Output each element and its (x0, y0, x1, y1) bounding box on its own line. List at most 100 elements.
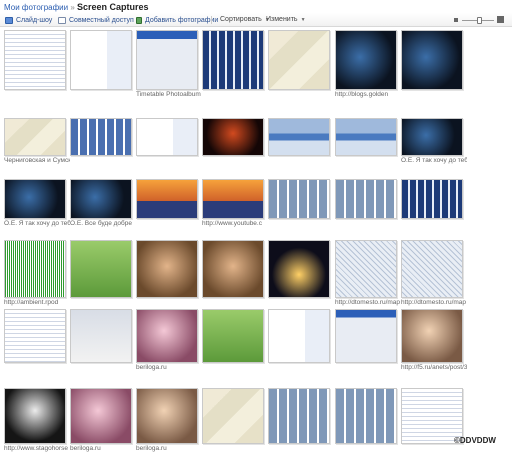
photo-item[interactable] (202, 388, 264, 454)
photo-thumbnail[interactable] (136, 309, 198, 363)
photo-thumbnail[interactable] (335, 240, 397, 298)
photo-thumbnail[interactable] (202, 30, 264, 90)
photo-thumbnail[interactable] (202, 118, 264, 156)
photo-thumbnail[interactable] (70, 118, 132, 156)
photo-thumbnail[interactable] (335, 30, 397, 90)
photo-thumbnail[interactable] (335, 118, 397, 156)
photo-item[interactable] (335, 388, 397, 454)
photo-item[interactable] (202, 240, 264, 308)
photo-caption[interactable]: Черниговская и Сумская (4, 157, 70, 164)
photo-thumbnail[interactable] (268, 309, 330, 363)
photo-thumbnail[interactable] (4, 240, 66, 298)
photo-caption[interactable]: beriloga.ru (70, 445, 136, 452)
photo-item[interactable] (335, 179, 397, 229)
photo-item[interactable]: http://ambient.rpod (4, 240, 66, 308)
photo-item[interactable] (70, 118, 132, 166)
breadcrumb-parent-link[interactable]: Мои фотографии (4, 3, 68, 12)
photo-item[interactable] (268, 240, 330, 308)
photo-thumbnail[interactable] (401, 179, 463, 219)
photo-item[interactable]: О.Е. Я так хочу до тебе (4, 179, 70, 229)
photo-thumbnail[interactable] (268, 118, 330, 156)
photo-thumbnail[interactable] (70, 179, 132, 219)
photo-thumbnail[interactable] (136, 179, 198, 219)
photo-thumbnail[interactable] (268, 240, 330, 298)
photo-thumbnail[interactable] (335, 309, 397, 363)
photo-item[interactable]: beriloga.ru (136, 388, 198, 454)
photo-item[interactable] (335, 309, 397, 373)
photo-caption[interactable]: beriloga.ru (136, 364, 202, 371)
photo-item[interactable]: beriloga.ru (136, 309, 198, 373)
photo-caption[interactable]: http://f5.ru/anets/post/34 (401, 364, 467, 371)
photo-thumbnail[interactable] (70, 309, 132, 363)
photo-item[interactable]: О.Е. Все буде добре (70, 179, 132, 229)
photo-item[interactable] (70, 30, 132, 100)
photo-caption[interactable]: http://ambient.rpod (4, 299, 70, 306)
photo-item[interactable]: http://www.stagohorse (4, 388, 68, 454)
photo-thumbnail[interactable] (4, 388, 66, 444)
photo-thumbnail[interactable] (401, 309, 463, 363)
photo-item[interactable] (335, 118, 397, 166)
photo-item[interactable]: beriloga.ru (70, 388, 132, 454)
photo-item[interactable]: http://f5.ru/anets/post/34 (401, 309, 467, 373)
photo-caption[interactable]: beriloga.ru (136, 445, 202, 452)
photo-item[interactable]: http://www.youtube.c (202, 179, 264, 229)
photo-thumbnail[interactable] (70, 30, 132, 90)
photo-item[interactable] (202, 30, 264, 100)
photo-thumbnail[interactable] (401, 30, 463, 90)
photo-thumbnail[interactable] (70, 240, 132, 298)
small-thumbnails-icon[interactable] (454, 18, 458, 22)
large-thumbnails-icon[interactable] (497, 16, 504, 23)
photo-item[interactable] (70, 309, 132, 373)
photo-item[interactable] (136, 118, 198, 166)
edit-menu[interactable]: Изменить ▼ (262, 14, 310, 25)
photo-caption[interactable]: О.Е. Я так хочу до тебе (4, 220, 70, 227)
photo-item[interactable] (4, 309, 66, 373)
photo-caption[interactable]: http://dtomesto.ru/map (335, 299, 401, 306)
photo-thumbnail[interactable] (4, 118, 66, 156)
photo-item[interactable]: http://dtomesto.ru/map (335, 240, 400, 308)
photo-thumbnail[interactable] (4, 309, 66, 363)
photo-item[interactable] (4, 30, 66, 100)
photo-thumbnail[interactable] (268, 388, 330, 444)
photo-thumbnail[interactable] (4, 179, 66, 219)
photo-item[interactable]: О.Е. Я так хочу до тебе (401, 118, 467, 166)
photo-item[interactable] (268, 388, 330, 454)
photo-caption[interactable]: http://blogs.golden (335, 91, 401, 98)
photo-thumbnail[interactable] (202, 179, 264, 219)
photo-item[interactable] (268, 179, 330, 229)
photo-thumbnail[interactable] (202, 240, 264, 298)
photo-thumbnail[interactable] (4, 30, 66, 90)
photo-thumbnail[interactable] (136, 118, 198, 156)
photo-item[interactable] (268, 118, 330, 166)
photo-item[interactable] (268, 309, 330, 373)
photo-item[interactable] (136, 179, 198, 229)
thumbnail-size-slider[interactable] (454, 16, 504, 24)
photo-thumbnail[interactable] (335, 179, 397, 219)
add-photos-button[interactable]: Добавить фотографии (136, 15, 218, 25)
photo-caption[interactable]: http://www.stagohorse (4, 445, 70, 452)
photo-thumbnail[interactable] (202, 388, 264, 444)
photo-caption[interactable]: О.Е. Я так хочу до тебе (401, 157, 467, 164)
share-button[interactable]: Совместный доступ (58, 15, 134, 25)
photo-item[interactable]: http://blogs.golden (335, 30, 397, 100)
photo-thumbnail[interactable] (268, 30, 330, 90)
photo-item[interactable] (136, 240, 198, 308)
photo-item[interactable] (202, 118, 264, 166)
photo-thumbnail[interactable] (70, 388, 132, 444)
photo-thumbnail[interactable] (268, 179, 330, 219)
photo-item[interactable]: http://dtomesto.ru/map (401, 240, 466, 308)
photo-item[interactable] (401, 179, 463, 229)
photo-thumbnail[interactable] (401, 240, 463, 298)
photo-item[interactable] (401, 30, 463, 100)
photo-thumbnail[interactable] (335, 388, 397, 444)
photo-caption[interactable]: http://www.youtube.c (202, 220, 268, 227)
photo-item[interactable] (202, 309, 264, 373)
photo-thumbnail[interactable] (136, 240, 198, 298)
photo-thumbnail[interactable] (401, 118, 463, 156)
photo-caption[interactable]: Timetable Photoalbum » (136, 91, 202, 98)
photo-thumbnail[interactable] (136, 388, 198, 444)
photo-thumbnail[interactable] (136, 30, 198, 90)
photo-item[interactable]: Timetable Photoalbum » (136, 30, 202, 100)
slider-handle[interactable] (477, 17, 482, 24)
photo-caption[interactable]: О.Е. Все буде добре (70, 220, 136, 227)
